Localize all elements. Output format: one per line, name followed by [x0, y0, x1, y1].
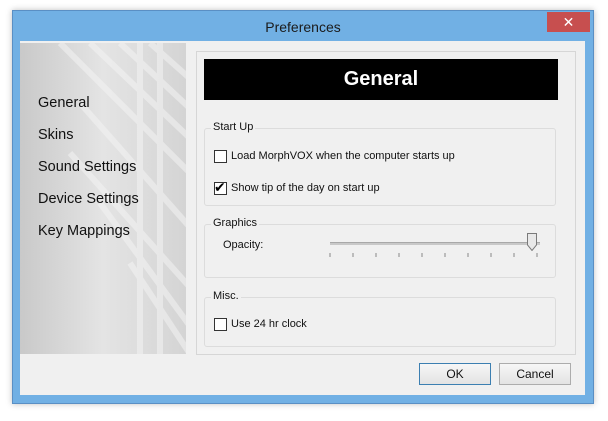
preferences-window: Preferences ✕ General Skins Sound Settin… — [12, 10, 594, 404]
misc-group: Misc. Use 24 hr clock — [204, 290, 556, 347]
settings-panel: General Start Up Load MorphVOX when the … — [196, 51, 576, 355]
sidebar-item-device-settings[interactable]: Device Settings — [38, 191, 139, 207]
load-on-startup-label: Load MorphVOX when the computer starts u… — [231, 150, 455, 162]
window-title: Preferences — [265, 19, 341, 35]
24hr-clock-option[interactable]: Use 24 hr clock — [214, 318, 414, 333]
dialog-body: General Skins Sound Settings Device Sett… — [20, 41, 585, 395]
show-tip-checkbox[interactable]: ✔ — [214, 179, 227, 195]
load-on-startup-checkbox[interactable] — [214, 150, 227, 163]
startup-group: Start Up Load MorphVOX when the computer… — [204, 121, 556, 206]
sidebar-item-general[interactable]: General — [38, 95, 90, 111]
graphics-group: Graphics Opacity: — [204, 217, 556, 278]
load-on-startup-option[interactable]: Load MorphVOX when the computer starts u… — [214, 150, 544, 165]
ok-button[interactable]: OK — [419, 363, 491, 385]
24hr-clock-checkbox[interactable] — [214, 318, 227, 331]
title-bar[interactable]: Preferences ✕ — [13, 11, 593, 43]
show-tip-label: Show tip of the day on start up — [231, 182, 380, 194]
cancel-button[interactable]: Cancel — [499, 363, 571, 385]
misc-group-label: Misc. — [211, 290, 241, 302]
sidebar-item-sound-settings[interactable]: Sound Settings — [38, 159, 136, 175]
close-icon: ✕ — [562, 14, 575, 30]
24hr-clock-label: Use 24 hr clock — [231, 318, 307, 330]
graphics-group-label: Graphics — [211, 217, 260, 229]
opacity-slider-ticks — [329, 253, 538, 257]
startup-group-label: Start Up — [211, 121, 256, 133]
sidebar-item-key-mappings[interactable]: Key Mappings — [38, 223, 130, 239]
opacity-label: Opacity: — [223, 239, 264, 251]
sidebar: General Skins Sound Settings Device Sett… — [20, 43, 186, 354]
opacity-slider-thumb[interactable] — [527, 233, 537, 251]
checkmark-icon: ✔ — [214, 179, 226, 195]
show-tip-option[interactable]: ✔ Show tip of the day on start up — [214, 179, 544, 197]
panel-header: General — [204, 59, 558, 100]
close-button[interactable]: ✕ — [547, 12, 590, 32]
sidebar-item-skins[interactable]: Skins — [38, 127, 73, 143]
